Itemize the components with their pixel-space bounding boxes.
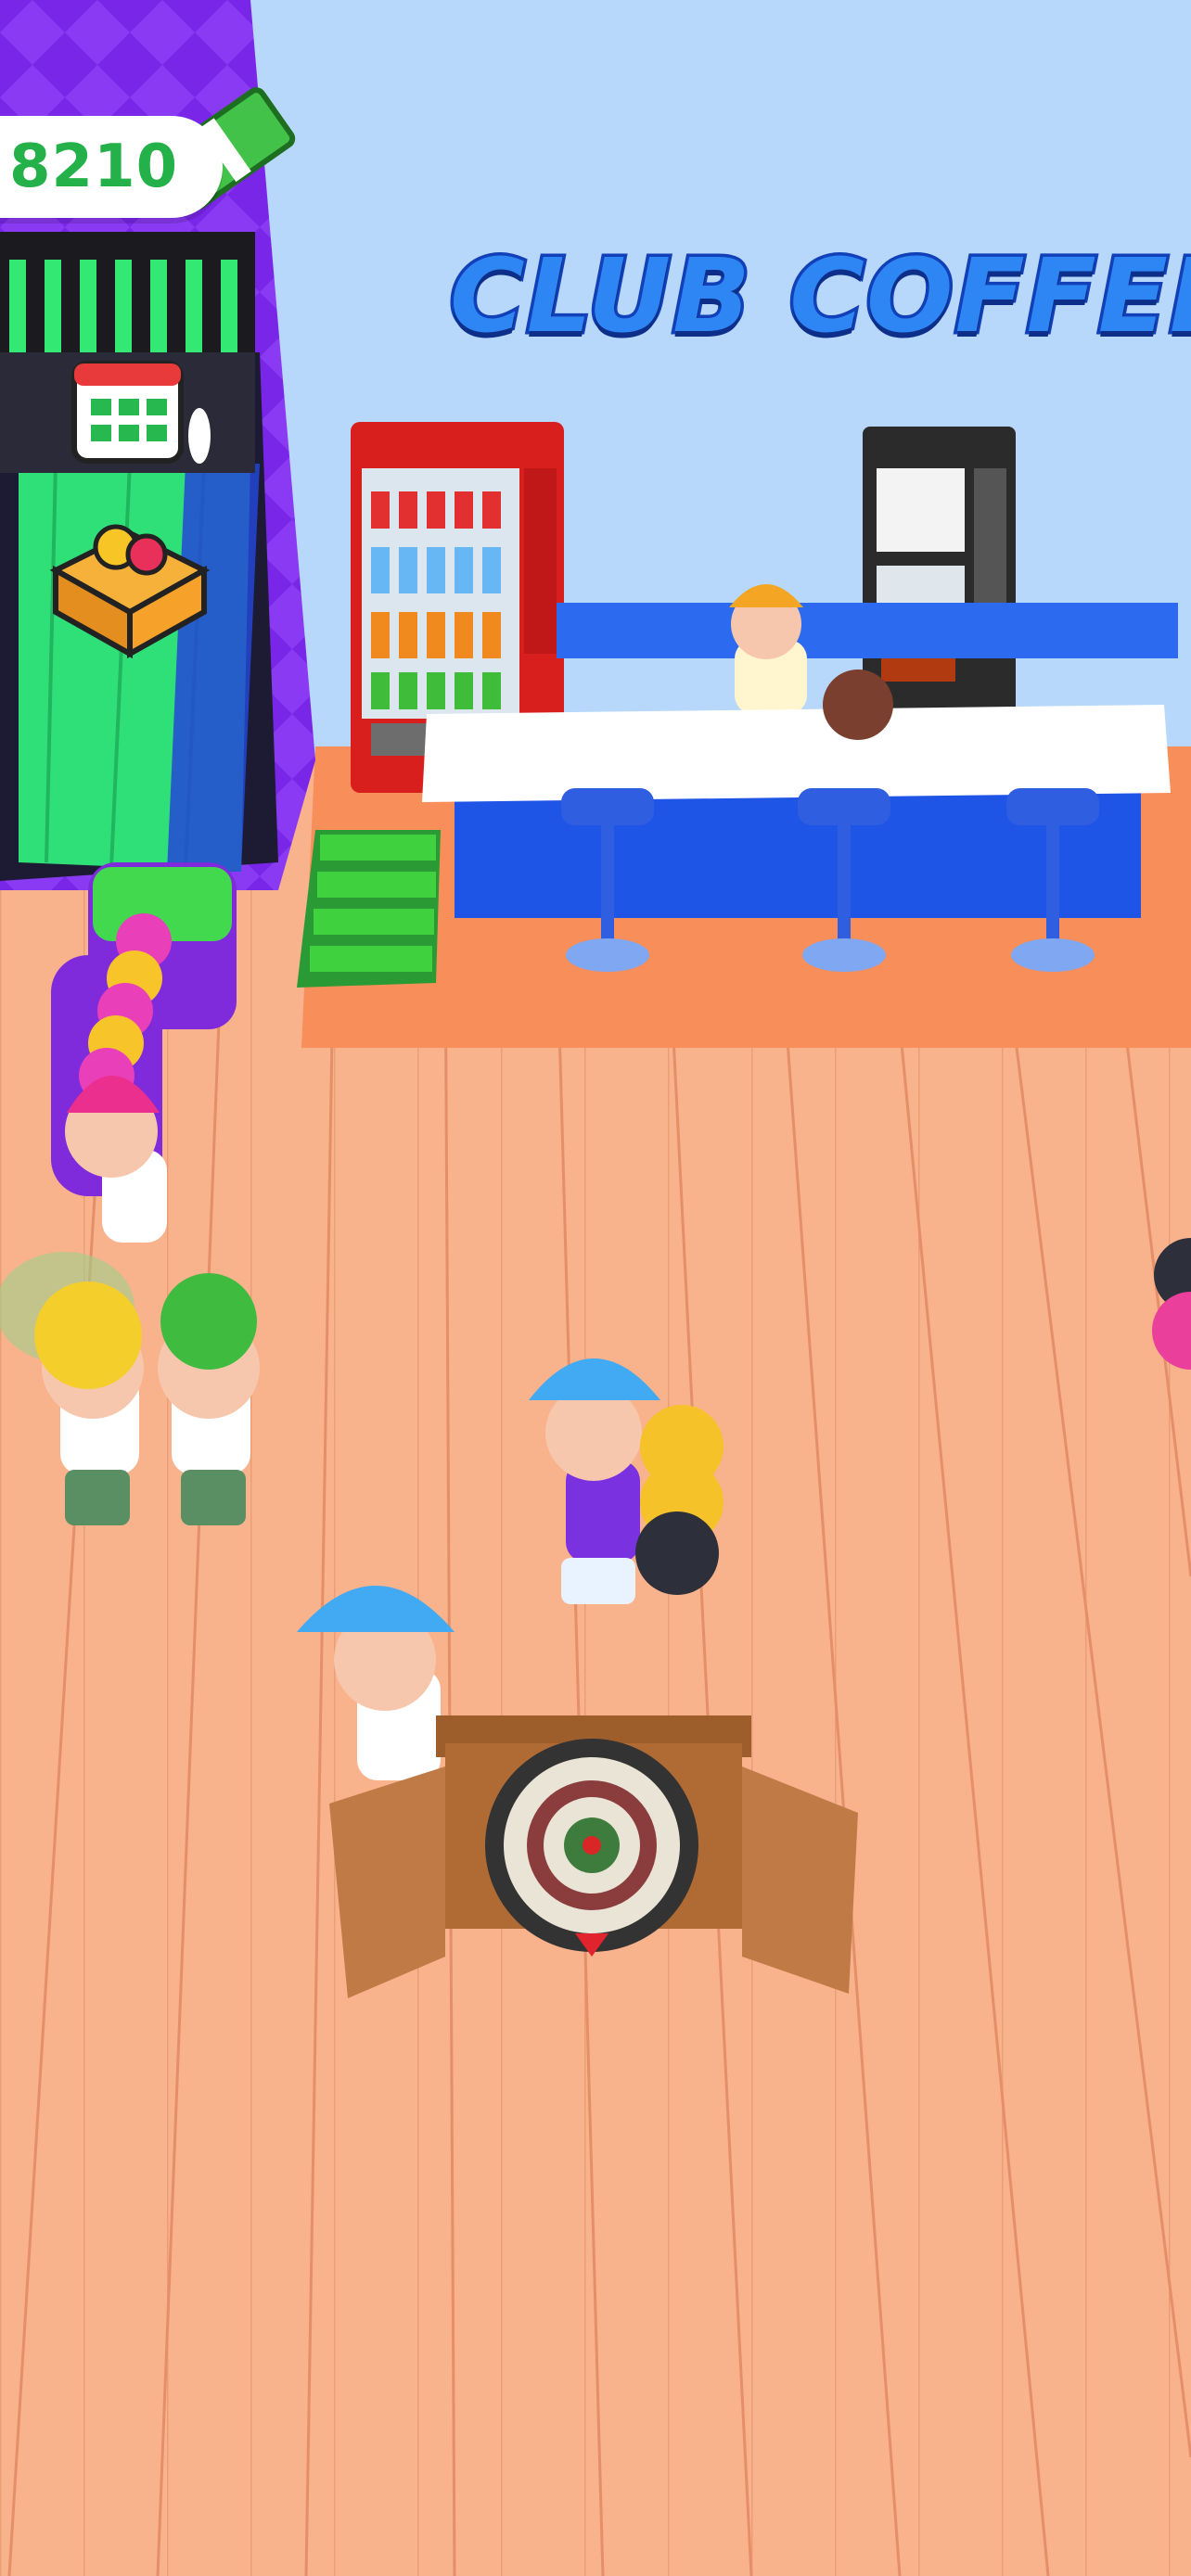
wooden-floor <box>0 835 1191 2576</box>
calendar-icon[interactable] <box>71 361 184 464</box>
game-scene <box>0 0 1191 2576</box>
barista-npc <box>729 584 807 714</box>
cash-pile-icon[interactable] <box>297 830 441 988</box>
club-coffee-sign: CLUB COFFEE <box>447 234 1191 359</box>
back-counter <box>557 603 1178 658</box>
money-value: 8210 <box>9 133 179 201</box>
coffee-machine[interactable] <box>863 427 1016 714</box>
